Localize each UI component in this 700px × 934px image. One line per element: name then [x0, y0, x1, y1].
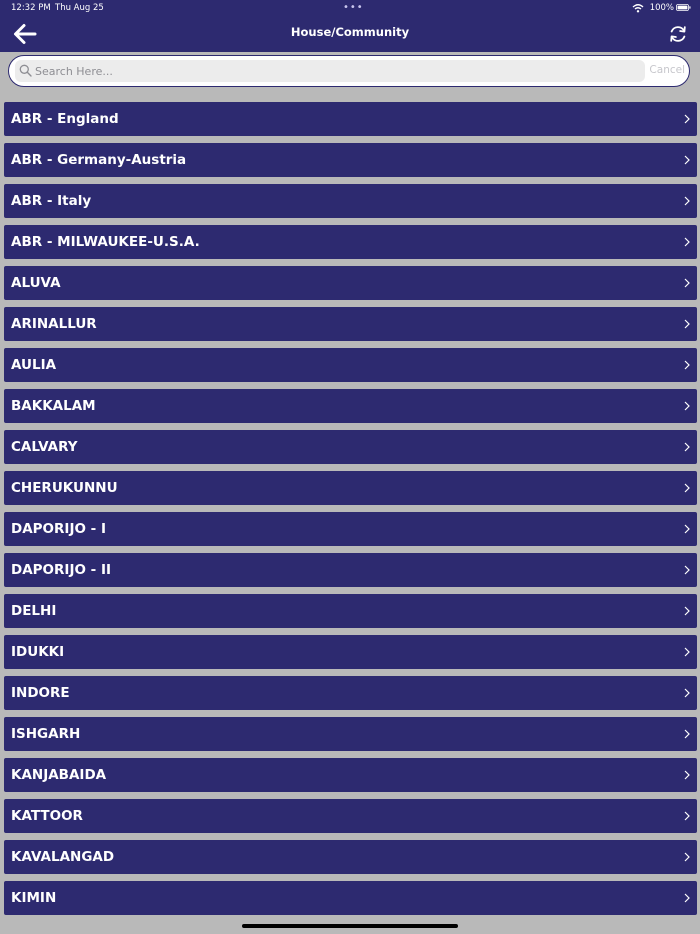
refresh-icon[interactable]	[668, 24, 688, 44]
list-item-label: CALVARY	[11, 439, 78, 455]
chevron-right-icon	[684, 852, 690, 862]
battery-icon	[676, 4, 691, 11]
chevron-right-icon	[684, 155, 690, 165]
chevron-right-icon	[684, 278, 690, 288]
list-item-label: ABR - Italy	[11, 193, 92, 209]
list-item-label: ABR - MILWAUKEE-U.S.A.	[11, 234, 200, 250]
list-item[interactable]: ALUVA	[4, 266, 697, 300]
list-item[interactable]: ISHGARH	[4, 717, 697, 751]
list-item[interactable]: ARINALLUR	[4, 307, 697, 341]
list-item[interactable]: KATTOOR	[4, 799, 697, 833]
list-item[interactable]: AULIA	[4, 348, 697, 382]
list-item[interactable]: BAKKALAM	[4, 389, 697, 423]
home-indicator[interactable]	[242, 924, 458, 928]
list-item-label: DELHI	[11, 603, 57, 619]
list-item[interactable]: DAPORIJO - II	[4, 553, 697, 587]
list-item-label: KAVALANGAD	[11, 849, 115, 865]
chevron-right-icon	[684, 688, 690, 698]
chevron-right-icon	[684, 565, 690, 575]
community-list: ABR - England ABR - Germany-Austria ABR …	[4, 102, 697, 922]
chevron-right-icon	[684, 196, 690, 206]
list-item-label: ABR - Germany-Austria	[11, 152, 187, 168]
list-item[interactable]: DELHI	[4, 594, 697, 628]
list-item[interactable]: ABR - England	[4, 102, 697, 136]
list-item-label: ISHGARH	[11, 726, 81, 742]
chevron-right-icon	[684, 360, 690, 370]
chevron-right-icon	[684, 647, 690, 657]
list-item[interactable]: KAVALANGAD	[4, 840, 697, 874]
list-item[interactable]: DAPORIJO - I	[4, 512, 697, 546]
chevron-right-icon	[684, 114, 690, 124]
list-item[interactable]: IDUKKI	[4, 635, 697, 669]
chevron-right-icon	[684, 237, 690, 247]
multitasking-dots-icon[interactable]: •••	[343, 2, 364, 13]
search-icon	[19, 64, 32, 77]
battery-percentage: 100%	[649, 3, 674, 13]
status-date: Thu Aug 25	[55, 3, 104, 13]
search-input[interactable]	[35, 60, 635, 82]
chevron-right-icon	[684, 770, 690, 780]
search-field[interactable]	[15, 60, 645, 82]
list-item-label: KIMIN	[11, 890, 57, 906]
list-item[interactable]: CALVARY	[4, 430, 697, 464]
list-item-label: DAPORIJO - II	[11, 562, 111, 578]
list-item-label: ARINALLUR	[11, 316, 97, 332]
chevron-right-icon	[684, 893, 690, 903]
chevron-right-icon	[684, 319, 690, 329]
chevron-right-icon	[684, 442, 690, 452]
list-item[interactable]: CHERUKUNNU	[4, 471, 697, 505]
list-item[interactable]: ABR - Germany-Austria	[4, 143, 697, 177]
wifi-icon	[632, 4, 644, 13]
list-item-label: KANJABAIDA	[11, 767, 107, 783]
nav-bar: 12:32 PM Thu Aug 25 ••• 100% House/Commu…	[0, 0, 700, 52]
list-item[interactable]: ABR - Italy	[4, 184, 697, 218]
search-bar: Cancel	[8, 55, 690, 87]
list-item-label: DAPORIJO - I	[11, 521, 106, 537]
list-item-label: INDORE	[11, 685, 70, 701]
list-item-label: IDUKKI	[11, 644, 65, 660]
page-title: House/Community	[290, 25, 410, 39]
list-item[interactable]: KIMIN	[4, 881, 697, 915]
chevron-right-icon	[684, 483, 690, 493]
list-item[interactable]: KANJABAIDA	[4, 758, 697, 792]
list-item-label: AULIA	[11, 357, 57, 373]
chevron-right-icon	[684, 811, 690, 821]
chevron-right-icon	[684, 729, 690, 739]
list-item-label: BAKKALAM	[11, 398, 96, 414]
list-item[interactable]: INDORE	[4, 676, 697, 710]
chevron-right-icon	[684, 401, 690, 411]
chevron-right-icon	[684, 524, 690, 534]
list-item-label: ALUVA	[11, 275, 61, 291]
chevron-right-icon	[684, 606, 690, 616]
list-item-label: KATTOOR	[11, 808, 83, 824]
cancel-button[interactable]: Cancel	[649, 64, 685, 76]
list-item-label: CHERUKUNNU	[11, 480, 118, 496]
status-time: 12:32 PM	[11, 3, 51, 13]
list-item-label: ABR - England	[11, 111, 119, 127]
list-item[interactable]: ABR - MILWAUKEE-U.S.A.	[4, 225, 697, 259]
